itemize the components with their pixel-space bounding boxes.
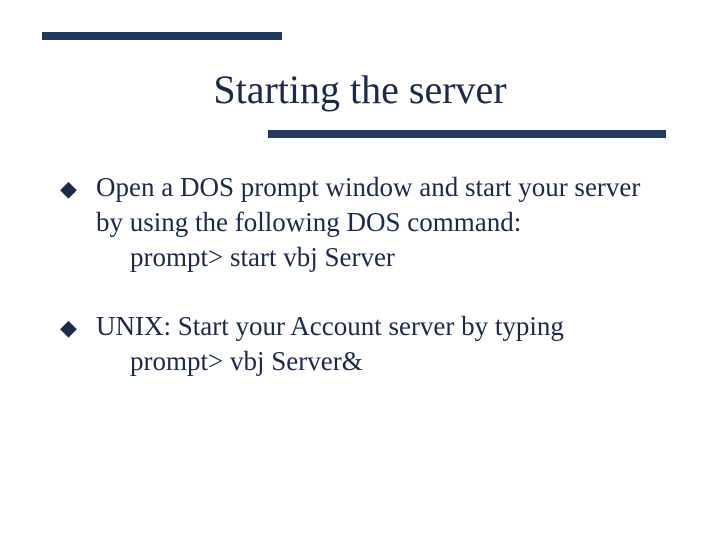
slide-title: Starting the server: [0, 66, 720, 113]
bullet-text: UNIX: Start your Account server by typin…: [96, 311, 564, 341]
list-item: ◆ Open a DOS prompt window and start you…: [60, 170, 670, 275]
command-text: prompt> vbj Server&: [96, 344, 670, 379]
decorative-line-top: [42, 32, 282, 40]
content-area: ◆ Open a DOS prompt window and start you…: [60, 170, 670, 413]
diamond-bullet-icon: ◆: [60, 175, 77, 204]
command-text: prompt> start vbj Server: [96, 240, 670, 275]
diamond-bullet-icon: ◆: [60, 314, 77, 343]
list-item: ◆ UNIX: Start your Account server by typ…: [60, 309, 670, 379]
bullet-text: Open a DOS prompt window and start your …: [96, 172, 640, 237]
decorative-line-under-title: [268, 130, 666, 138]
